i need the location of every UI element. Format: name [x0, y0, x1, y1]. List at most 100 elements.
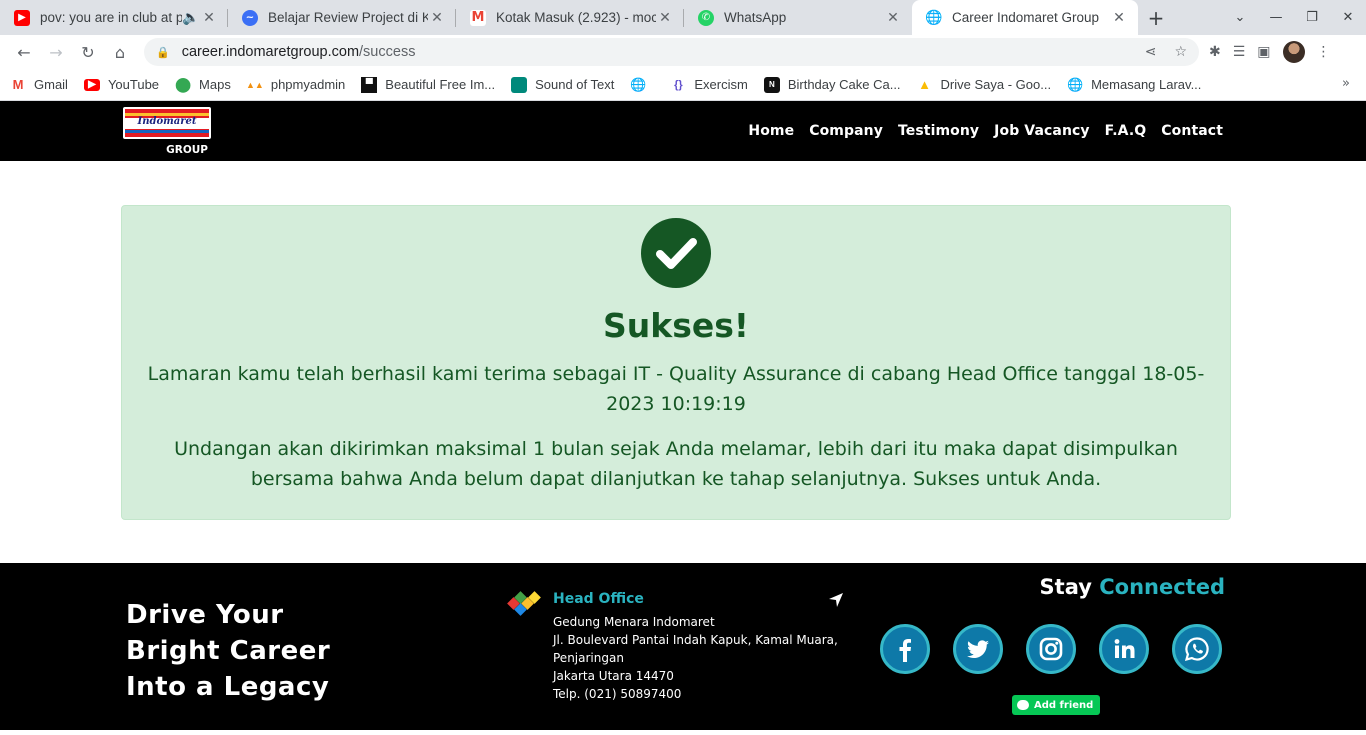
success-message: Lamaran kamu telah berhasil kami terima … [147, 363, 1205, 415]
line-add-friend-button[interactable]: Add friend [1012, 695, 1101, 715]
whatsapp-icon[interactable] [1172, 624, 1222, 674]
tab-title: Kotak Masuk (2.923) - mochamad [496, 10, 656, 25]
share-icon[interactable]: ⋖ [1145, 44, 1157, 60]
youtube-icon: ▶ [14, 9, 30, 26]
browser-tabstrip: ▶ pov: you are in club at party 🔈 ✕ ~ Be… [0, 0, 1366, 35]
browser-toolbar: ← → ↻ ⌂ 🔒 career.indomaretgroup.com/succ… [0, 35, 1366, 69]
bookmark-item[interactable]: {} Exercism [670, 77, 748, 93]
twitter-icon[interactable] [953, 624, 1003, 674]
social-links [880, 624, 1222, 674]
menu-icon[interactable]: ⋮ [1317, 44, 1331, 60]
bookmark-item[interactable]: ▲ Drive Saya - Goo... [917, 77, 1051, 93]
close-icon[interactable]: ✕ [884, 10, 902, 26]
site-header: Indomaret GROUP Home Company Testimony J… [0, 101, 1366, 161]
restore-icon[interactable]: ❐ [1294, 10, 1330, 25]
footer-tagline: Drive Your Bright Career Into a Legacy [126, 600, 331, 702]
window-controls: ⌄ — ❐ ✕ [1222, 0, 1366, 35]
tab-title: pov: you are in club at party [40, 10, 182, 25]
success-alert: Sukses! Lamaran kamu telah berhasil kami… [121, 205, 1231, 520]
home-icon[interactable]: ⌂ [104, 38, 136, 66]
extensions-icon[interactable]: ✱ [1209, 44, 1221, 60]
nav-job-vacancy[interactable]: Job Vacancy [994, 123, 1089, 139]
gmail-icon: M [12, 77, 24, 92]
minimize-icon[interactable]: — [1258, 10, 1294, 25]
close-icon[interactable]: ✕ [200, 10, 218, 26]
success-title: Sukses! [603, 306, 749, 345]
nav-company[interactable]: Company [809, 123, 883, 139]
page-content: Sukses! Lamaran kamu telah berhasil kami… [0, 161, 1366, 563]
bookmark-item[interactable]: ⬤ Maps [175, 76, 231, 93]
unsplash-icon: ▀ [361, 76, 378, 93]
globe-icon: 🌐 [630, 76, 647, 92]
exercism-icon: {} [674, 78, 683, 91]
main-nav: Home Company Testimony Job Vacancy F.A.Q… [748, 101, 1223, 161]
drive-icon: ▲ [918, 77, 931, 92]
tab-title: Belajar Review Project di Kelas [268, 10, 428, 25]
bookmark-item[interactable]: 🌐 [630, 77, 654, 93]
bookmarks-bar: M Gmail ▶ YouTube ⬤ Maps ▲▲ phpmyadmin ▀ Beau… [0, 69, 1366, 101]
phpmyadmin-icon: ▲▲ [245, 79, 264, 90]
address-bar[interactable]: 🔒 career.indomaretgroup.com/success ⋖ ☆ [144, 38, 1199, 66]
gmail-icon: M [470, 9, 486, 26]
youtube-icon: ▶ [83, 78, 100, 91]
reload-icon[interactable]: ↻ [72, 38, 104, 66]
facebook-icon[interactable] [880, 624, 930, 674]
nav-home[interactable]: Home [748, 123, 794, 139]
globe-icon: 🌐 [1067, 76, 1084, 92]
office-title: Head Office [553, 591, 644, 607]
logo-mark: Indomaret [123, 107, 211, 139]
sound-of-text-icon [511, 76, 528, 93]
bookmark-item[interactable]: ▲▲ phpmyadmin [245, 77, 345, 93]
bookmark-star-icon[interactable]: ☆ [1174, 44, 1187, 60]
browser-tab-active[interactable]: 🌐 Career Indomaret Group ✕ [912, 0, 1138, 35]
nav-testimony[interactable]: Testimony [898, 123, 979, 139]
nav-faq[interactable]: F.A.Q [1105, 123, 1147, 139]
indomaret-logo[interactable]: Indomaret GROUP [123, 107, 211, 159]
back-icon[interactable]: ← [8, 38, 40, 66]
office-logo-icon [507, 591, 541, 616]
logo-group-label: GROUP [166, 144, 208, 156]
birthday-cake-icon: N [763, 76, 780, 93]
browser-tab[interactable]: ~ Belajar Review Project di Kelas ✕ [228, 0, 456, 35]
tab-title: WhatsApp [724, 10, 787, 25]
line-icon [1017, 700, 1029, 710]
side-panel-icon[interactable]: ▣ [1257, 44, 1270, 60]
nav-contact[interactable]: Contact [1161, 123, 1223, 139]
url-host: career.indomaretgroup.com [181, 44, 360, 60]
bookmark-item[interactable]: M Gmail [10, 77, 68, 93]
bookmark-item[interactable]: ▀ Beautiful Free Im... [361, 76, 495, 93]
maps-icon: ⬤ [175, 76, 191, 92]
review-icon: ~ [242, 9, 258, 26]
instagram-icon[interactable] [1026, 624, 1076, 674]
location-arrow-icon[interactable] [828, 592, 844, 608]
audio-icon[interactable]: 🔈 [182, 10, 200, 26]
reading-list-icon[interactable]: ☰ [1233, 44, 1246, 60]
close-icon[interactable]: ✕ [428, 10, 446, 26]
stay-connected-heading: Stay Connected [1039, 575, 1225, 599]
bookmark-item[interactable]: N Birthday Cake Ca... [763, 76, 901, 93]
check-circle-icon [641, 218, 711, 288]
profile-avatar[interactable] [1282, 41, 1305, 63]
forward-icon[interactable]: → [40, 38, 72, 66]
linkedin-icon[interactable] [1099, 624, 1149, 674]
bookmark-item[interactable]: 🌐 Memasang Larav... [1067, 77, 1201, 93]
bookmarks-overflow-icon[interactable]: » [1342, 76, 1350, 91]
success-note: Undangan akan dikirimkan maksimal 1 bula… [174, 438, 1178, 490]
tab-search-icon[interactable]: ⌄ [1222, 10, 1258, 25]
browser-tab[interactable]: M Kotak Masuk (2.923) - mochamad ✕ [456, 0, 684, 35]
url-path: /success [359, 44, 416, 60]
bookmark-item[interactable]: ▶ YouTube [83, 77, 159, 92]
close-icon[interactable]: ✕ [656, 10, 674, 26]
site-footer: Drive Your Bright Career Into a Legacy H… [0, 563, 1366, 730]
new-tab-button[interactable]: + [1138, 0, 1174, 35]
close-window-icon[interactable]: ✕ [1330, 10, 1366, 25]
globe-icon: 🌐 [925, 9, 943, 26]
lock-icon[interactable]: 🔒 [156, 46, 170, 59]
browser-tab[interactable]: ✆ WhatsApp ✕ [684, 0, 912, 35]
office-address: Gedung Menara Indomaret Jl. Boulevard Pa… [553, 615, 838, 701]
bookmark-item[interactable]: Sound of Text [511, 76, 614, 93]
whatsapp-icon: ✆ [698, 9, 714, 26]
logo-word: Indomaret [137, 116, 197, 127]
close-icon[interactable]: ✕ [1110, 10, 1128, 26]
browser-tab[interactable]: ▶ pov: you are in club at party 🔈 ✕ [0, 0, 228, 35]
